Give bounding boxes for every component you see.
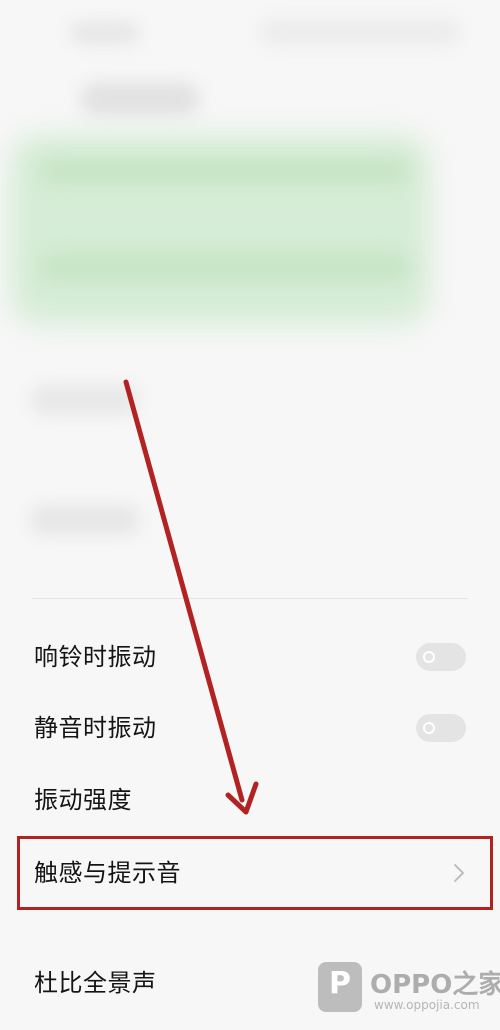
watermark-title: OPPO之家	[370, 970, 500, 1000]
vibrate-on-ring-toggle[interactable]	[416, 643, 466, 671]
setting-label: 杜比全景声	[34, 969, 157, 997]
blurred-setting-2	[30, 505, 140, 535]
blurred-status-left	[70, 22, 140, 44]
toggle-knob	[423, 651, 435, 663]
setting-label: 振动强度	[34, 786, 132, 814]
watermark: P OPPO之家 www.oppojia.com	[318, 962, 500, 1018]
setting-vibration-intensity[interactable]: 振动强度	[0, 765, 500, 835]
section-divider	[32, 598, 468, 599]
toggle-knob	[423, 722, 435, 734]
vibrate-on-silent-toggle[interactable]	[416, 714, 466, 742]
setting-label: 响铃时振动	[34, 643, 157, 671]
setting-vibrate-on-ring[interactable]: 响铃时振动	[0, 622, 500, 692]
blurred-card-line-1	[40, 160, 410, 182]
watermark-logo-letter: P	[329, 966, 351, 1001]
blurred-card-line-2	[40, 255, 410, 279]
watermark-logo-icon: P	[318, 962, 362, 1012]
setting-vibrate-on-silent[interactable]: 静音时振动	[0, 693, 500, 763]
highlight-box	[17, 836, 493, 910]
setting-label: 静音时振动	[34, 714, 157, 742]
blurred-page-title	[80, 82, 200, 116]
blurred-status-right	[260, 18, 460, 46]
blurred-setting-1	[30, 385, 140, 415]
watermark-url: www.oppojia.com	[374, 998, 480, 1012]
